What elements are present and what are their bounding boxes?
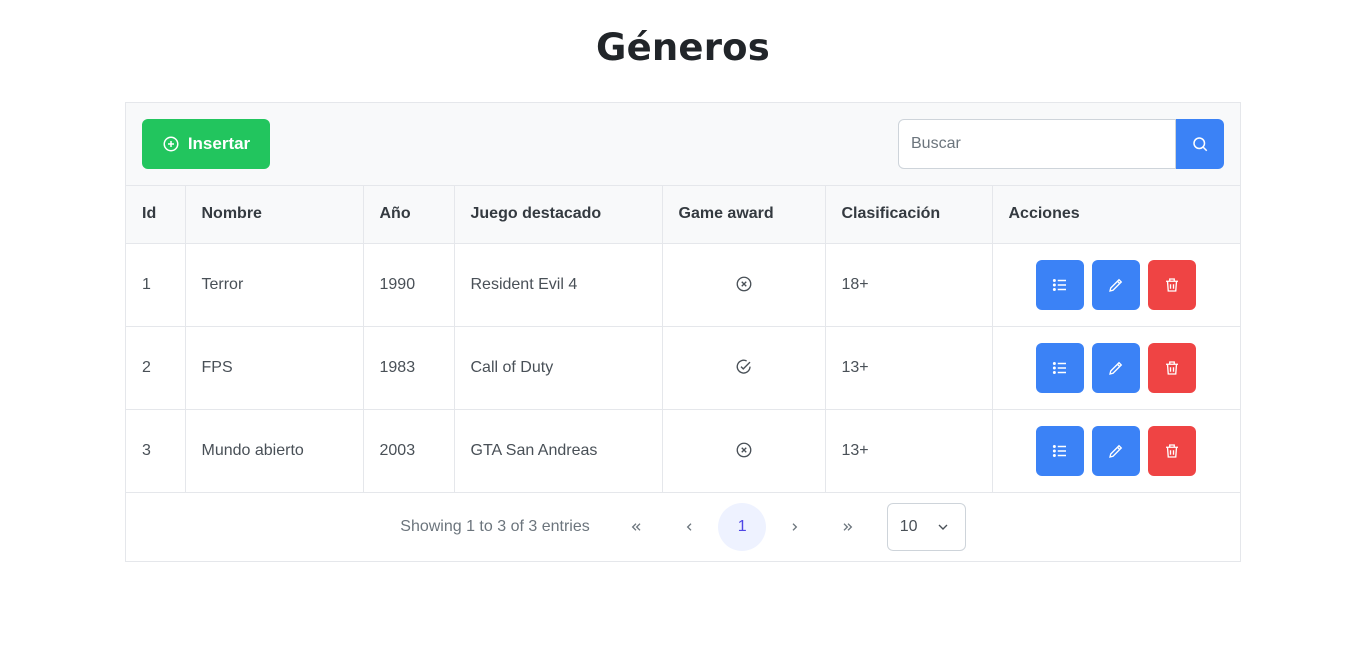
cell-actions xyxy=(992,409,1240,493)
table-row: 2 FPS 1983 Call of Duty 13+ xyxy=(126,326,1240,410)
chevron-right-icon xyxy=(792,523,798,531)
cell-nombre: Mundo abierto xyxy=(185,409,364,493)
trash-icon xyxy=(1166,277,1179,292)
search-button[interactable] xyxy=(1176,119,1224,169)
check-circle-icon xyxy=(736,360,751,375)
pencil-icon xyxy=(1109,278,1123,292)
cell-juego: Resident Evil 4 xyxy=(454,243,663,327)
page-title: Géneros xyxy=(596,26,770,69)
chevron-left-icon xyxy=(686,523,692,531)
cell-nombre: FPS xyxy=(185,326,364,410)
column-header-id[interactable]: Id xyxy=(126,186,186,244)
table-row: 3 Mundo abierto 2003 GTA San Andreas 13+ xyxy=(126,409,1240,493)
page-button-1[interactable]: 1 xyxy=(718,503,767,551)
cell-anio: 1990 xyxy=(363,243,455,327)
chevron-down-icon xyxy=(938,524,948,530)
column-header-acciones: Acciones xyxy=(992,186,1240,244)
table-toolbar: Insertar xyxy=(126,103,1240,186)
table-row: 1 Terror 1990 Resident Evil 4 18+ xyxy=(126,243,1240,327)
previous-page-button[interactable] xyxy=(665,503,713,551)
first-page-button[interactable] xyxy=(612,503,660,551)
cell-award xyxy=(662,409,826,493)
cell-id: 2 xyxy=(126,326,186,410)
pencil-icon xyxy=(1109,361,1123,375)
search-input[interactable] xyxy=(898,119,1176,169)
edit-button[interactable] xyxy=(1092,425,1141,476)
cell-juego: Call of Duty xyxy=(454,326,663,410)
paginator-summary: Showing 1 to 3 of 3 entries xyxy=(400,518,590,535)
last-page-button[interactable] xyxy=(824,503,872,551)
chevrons-left-icon xyxy=(631,523,641,531)
details-button[interactable] xyxy=(1036,342,1085,393)
plus-circle-icon xyxy=(163,136,179,152)
insert-button-label: Insertar xyxy=(187,134,251,153)
column-header-award[interactable]: Game award xyxy=(662,186,826,244)
list-icon xyxy=(1053,361,1067,374)
edit-button[interactable] xyxy=(1092,259,1141,310)
rows-per-page-value: 10 xyxy=(899,518,918,535)
cell-clasificacion: 13+ xyxy=(825,409,993,493)
column-header-anio[interactable]: Año xyxy=(363,186,455,244)
column-header-clasificacion[interactable]: Clasificación xyxy=(825,186,993,244)
cell-actions xyxy=(992,243,1240,327)
cell-award xyxy=(662,326,826,410)
edit-button[interactable] xyxy=(1092,342,1141,393)
genres-table: Id Nombre Año Juego destacado Game award… xyxy=(126,186,1240,493)
cell-id: 3 xyxy=(126,409,186,493)
delete-button[interactable] xyxy=(1148,342,1197,393)
trash-icon xyxy=(1166,443,1179,458)
times-circle-icon xyxy=(736,442,751,458)
cell-nombre: Terror xyxy=(185,243,364,327)
cell-clasificacion: 13+ xyxy=(825,326,993,410)
table-header-row: Id Nombre Año Juego destacado Game award… xyxy=(126,186,1240,244)
delete-button[interactable] xyxy=(1148,259,1197,310)
list-icon xyxy=(1053,278,1067,291)
search-icon xyxy=(1193,137,1208,152)
details-button[interactable] xyxy=(1036,425,1085,476)
details-button[interactable] xyxy=(1036,259,1085,310)
list-icon xyxy=(1053,444,1067,457)
times-circle-icon xyxy=(736,276,751,292)
trash-icon xyxy=(1166,360,1179,375)
cell-anio: 1983 xyxy=(363,326,455,410)
cell-anio: 2003 xyxy=(363,409,455,493)
delete-button[interactable] xyxy=(1148,425,1197,476)
paginator: Showing 1 to 3 of 3 entries 1 10 xyxy=(126,493,1240,562)
pencil-icon xyxy=(1109,444,1123,458)
column-header-nombre[interactable]: Nombre xyxy=(185,186,364,244)
cell-clasificacion: 18+ xyxy=(825,243,993,327)
insert-button[interactable]: Insertar xyxy=(142,119,270,169)
cell-award xyxy=(662,243,826,327)
genres-datatable: Insertar Id Nombre Año Juego destacado G… xyxy=(125,102,1241,562)
next-page-button[interactable] xyxy=(771,503,819,551)
cell-id: 1 xyxy=(126,243,186,327)
search-group xyxy=(898,119,1224,169)
column-header-juego[interactable]: Juego destacado xyxy=(454,186,663,244)
cell-actions xyxy=(992,326,1240,410)
rows-per-page-dropdown[interactable]: 10 xyxy=(886,503,966,551)
chevrons-right-icon xyxy=(843,523,853,531)
cell-juego: GTA San Andreas xyxy=(454,409,663,493)
